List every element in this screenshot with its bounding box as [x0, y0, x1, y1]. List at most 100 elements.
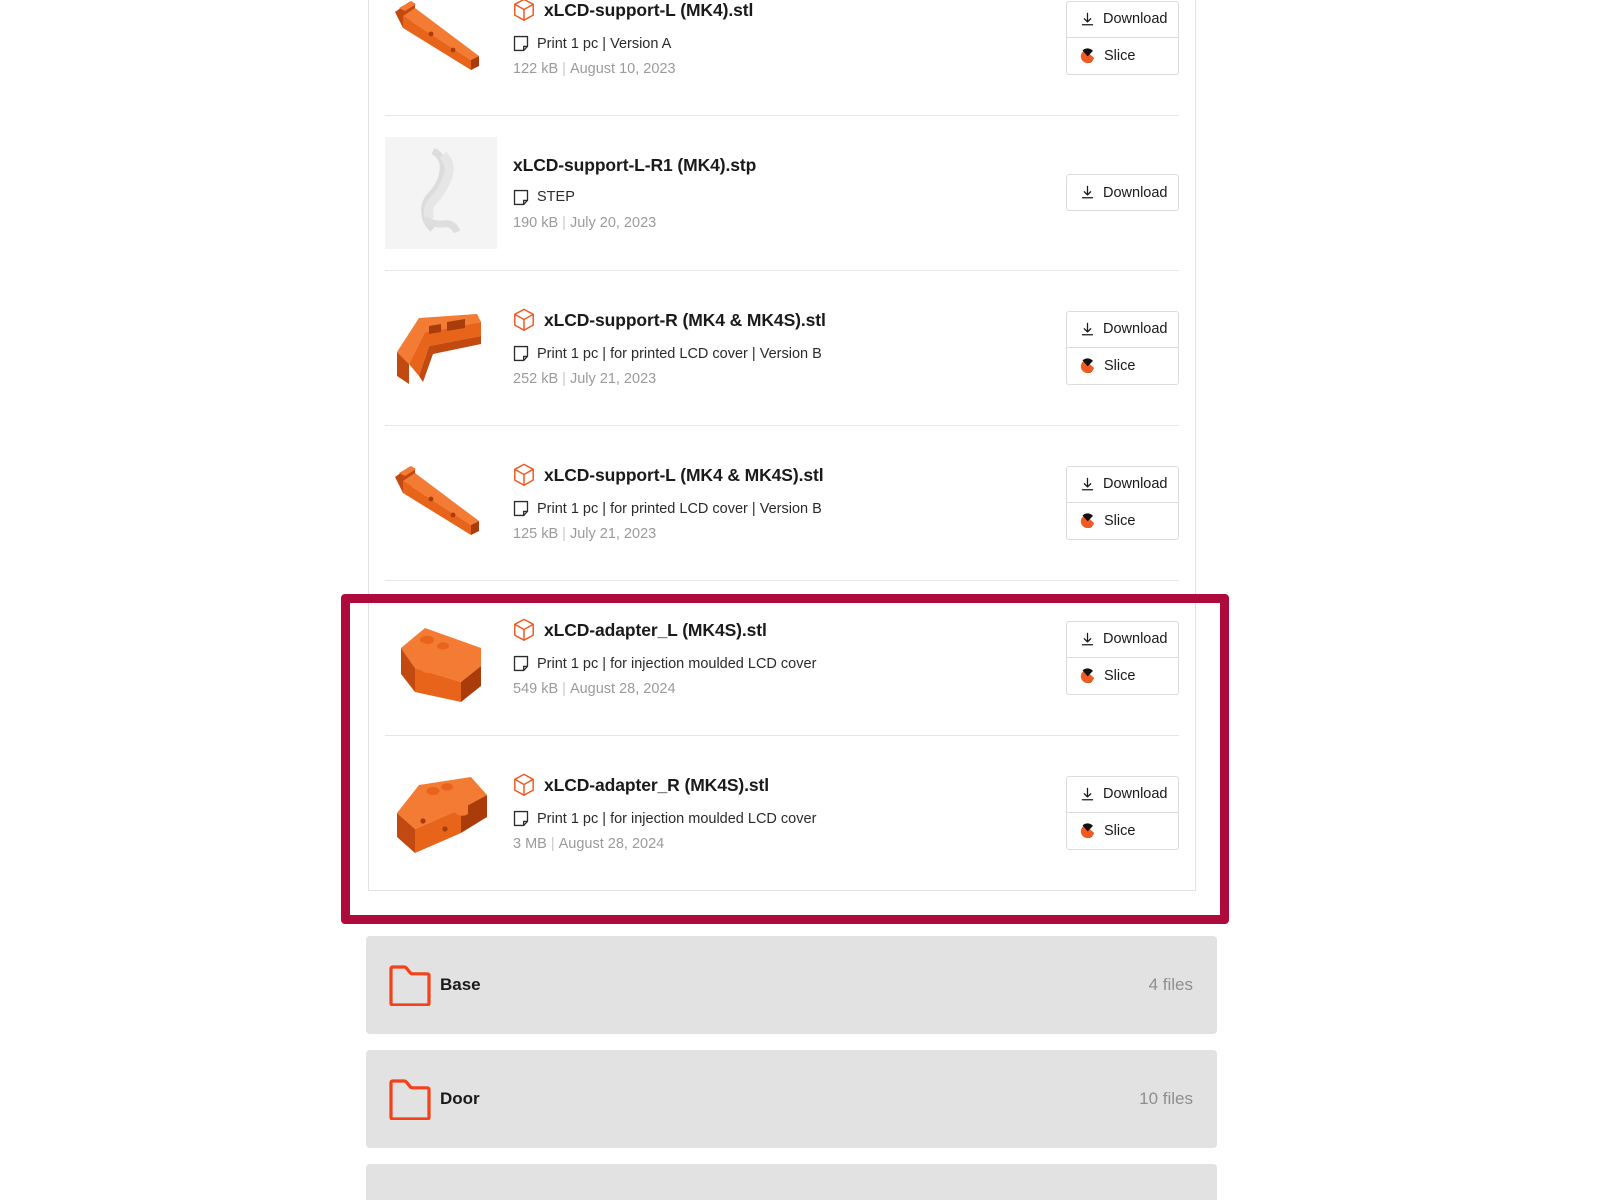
slice-button[interactable]: Slice [1066, 37, 1179, 75]
file-meta-text: Print 1 pc | for printed LCD cover | Ver… [537, 500, 822, 517]
folder-icon [388, 1078, 436, 1120]
file-size: 252 kB [513, 371, 559, 387]
button-label: Slice [1104, 357, 1136, 374]
download-button[interactable]: Download [1066, 174, 1179, 211]
file-row[interactable]: xLCD-support-R (MK4 & MK4S).stl Print 1 p… [369, 270, 1195, 425]
folder-row-base[interactable]: Base 4 files [366, 936, 1217, 1034]
file-list-card: xLCD-support-L (MK4).stl Print 1 pc | Ver… [368, 0, 1196, 891]
file-date: July 21, 2023 [569, 526, 657, 542]
file-row[interactable]: xLCD-support-L (MK4 & MK4S).stl Print 1 p… [369, 425, 1195, 580]
prusaslicer-icon [1080, 822, 1096, 839]
slice-button[interactable]: Slice [1066, 657, 1179, 695]
file-name[interactable]: xLCD-support-R (MK4 & MK4S).stl [544, 310, 826, 331]
file-thumbnail [385, 447, 497, 559]
download-button[interactable]: Download [1066, 775, 1179, 813]
download-button[interactable]: Download [1066, 465, 1179, 503]
folder-name: Door [440, 1089, 480, 1108]
document-page-icon [513, 35, 529, 52]
file-actions: Download Slice [1066, 310, 1179, 385]
file-thumbnail [385, 0, 497, 94]
folder-icon [388, 964, 436, 1006]
slice-button[interactable]: Slice [1066, 502, 1179, 540]
file-date: August 10, 2023 [569, 61, 676, 77]
button-label: Slice [1104, 512, 1136, 529]
file-size-and-date: 190 kB | July 20, 2023 [513, 215, 1066, 231]
slice-button[interactable]: Slice [1066, 347, 1179, 385]
folder-row-door[interactable]: Door 10 files [366, 1050, 1217, 1148]
file-date: August 28, 2024 [558, 836, 665, 852]
separator: | [550, 836, 555, 852]
button-label: Download [1103, 476, 1168, 492]
file-actions: Download Slice [1066, 0, 1179, 75]
button-label: Download [1103, 631, 1168, 647]
prusaslicer-icon [1080, 47, 1096, 64]
file-thumbnail [385, 602, 497, 714]
document-page-icon [513, 500, 529, 517]
folder-file-count: 10 files [1139, 1089, 1193, 1108]
folder-row-next-partial[interactable] [366, 1164, 1217, 1200]
file-row[interactable]: xLCD-support-L-R1 (MK4).stp STEP 190 kB | Ju… [369, 115, 1195, 270]
file-actions: Download Slice [1066, 465, 1179, 540]
button-label: Download [1103, 11, 1168, 27]
cube-3d-icon [513, 308, 535, 332]
file-info: xLCD-support-R (MK4 & MK4S).stl Print 1 p… [497, 308, 1066, 387]
file-row[interactable]: xLCD-adapter_L (MK4S).stl Print 1 pc | fo… [369, 580, 1195, 735]
button-label: Download [1103, 786, 1168, 802]
file-meta-text: Print 1 pc | for injection moulded LCD c… [537, 655, 817, 672]
file-size-and-date: 125 kB | July 21, 2023 [513, 526, 1066, 542]
file-name[interactable]: xLCD-support-L (MK4).stl [544, 0, 753, 21]
document-page-icon [513, 345, 529, 362]
download-arrow-icon [1080, 12, 1095, 27]
file-info: xLCD-adapter_R (MK4S).stl Print 1 pc | fo… [497, 773, 1066, 852]
file-meta-text: Print 1 pc | for printed LCD cover | Ver… [537, 345, 822, 362]
file-info: xLCD-support-L (MK4 & MK4S).stl Print 1 p… [497, 463, 1066, 542]
prusaslicer-icon [1080, 357, 1096, 374]
file-thumbnail [385, 757, 497, 869]
download-button[interactable]: Download [1066, 0, 1179, 38]
separator: | [562, 681, 566, 697]
file-name[interactable]: xLCD-adapter_L (MK4S).stl [544, 620, 767, 641]
file-actions: Download [1066, 174, 1179, 211]
separator: | [562, 61, 566, 77]
file-row[interactable]: xLCD-support-L (MK4).stl Print 1 pc | Ver… [369, 0, 1195, 115]
file-thumbnail [385, 292, 497, 404]
file-size-and-date: 122 kB | August 10, 2023 [513, 61, 1066, 77]
separator: | [562, 371, 566, 387]
folder-name: Base [440, 975, 481, 994]
download-button[interactable]: Download [1066, 620, 1179, 658]
file-meta-text: Print 1 pc | Version A [537, 35, 672, 52]
cube-3d-icon [513, 773, 535, 797]
file-date: July 20, 2023 [569, 214, 657, 231]
file-date: August 28, 2024 [569, 681, 676, 697]
file-browser-page: xLCD-support-L (MK4).stl Print 1 pc | Ver… [0, 0, 1600, 1200]
prusaslicer-icon [1080, 512, 1096, 529]
download-arrow-icon [1080, 185, 1095, 200]
file-size: 3 MB [513, 836, 547, 852]
file-name[interactable]: xLCD-adapter_R (MK4S).stl [544, 775, 769, 796]
cube-3d-icon [513, 0, 535, 22]
file-info: xLCD-adapter_L (MK4S).stl Print 1 pc | fo… [497, 618, 1066, 697]
file-size: 122 kB [513, 61, 559, 77]
file-size: 125 kB [513, 526, 559, 542]
file-size: 190 kB [513, 214, 559, 231]
download-arrow-icon [1080, 632, 1095, 647]
file-name[interactable]: xLCD-support-L (MK4 & MK4S).stl [544, 465, 824, 486]
download-arrow-icon [1080, 477, 1095, 492]
file-name[interactable]: xLCD-support-L-R1 (MK4).stp [513, 155, 756, 176]
separator: | [562, 526, 566, 542]
slice-button[interactable]: Slice [1066, 812, 1179, 850]
file-info: xLCD-support-L (MK4).stl Print 1 pc | Ver… [497, 0, 1066, 77]
file-size: 549 kB [513, 681, 559, 697]
download-button[interactable]: Download [1066, 310, 1179, 348]
file-info: xLCD-support-L-R1 (MK4).stp STEP 190 kB | Ju… [497, 155, 1066, 231]
file-row[interactable]: xLCD-adapter_R (MK4S).stl Print 1 pc | fo… [369, 735, 1195, 890]
download-arrow-icon [1080, 787, 1095, 802]
file-size-and-date: 549 kB | August 28, 2024 [513, 681, 1066, 697]
download-arrow-icon [1080, 322, 1095, 337]
file-meta-text: STEP [537, 189, 575, 205]
file-actions: Download Slice [1066, 775, 1179, 850]
cube-3d-icon [513, 463, 535, 487]
file-thumbnail [385, 136, 497, 249]
cube-3d-icon [513, 618, 535, 642]
file-meta-text: Print 1 pc | for injection moulded LCD c… [537, 810, 817, 827]
